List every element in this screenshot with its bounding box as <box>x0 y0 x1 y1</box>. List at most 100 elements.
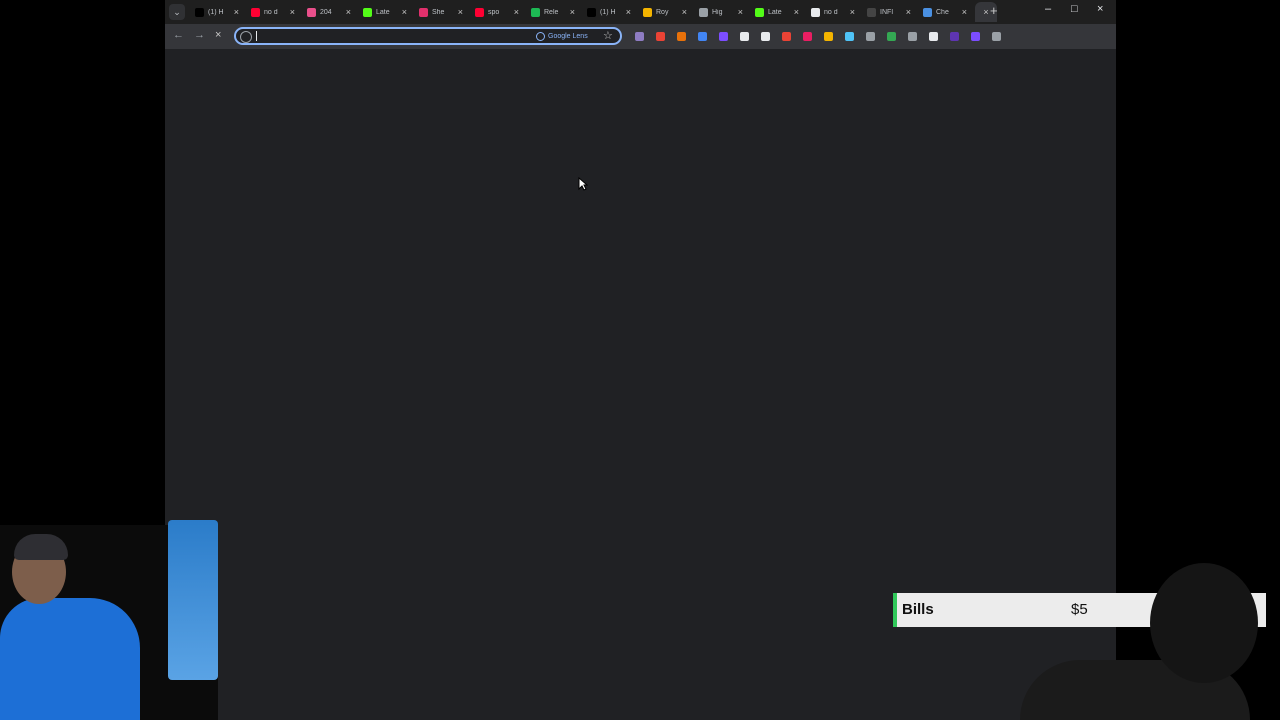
google-icon <box>811 7 820 17</box>
webcam-person-right-head <box>1150 563 1258 683</box>
gaming-chair-image <box>168 520 218 680</box>
chatgpt-icon <box>923 7 932 17</box>
google-lens-button[interactable]: Google Lens <box>532 30 592 42</box>
tab-close-icon[interactable]: × <box>290 7 295 17</box>
tab-close-icon[interactable]: × <box>962 7 967 17</box>
tab-title: 204 <box>320 8 332 16</box>
extension-icon[interactable] <box>971 32 980 41</box>
browser-tab[interactable]: INFI × <box>863 2 917 22</box>
new-tab-button[interactable]: + <box>990 3 998 18</box>
browser-tab[interactable]: no d × <box>807 2 861 22</box>
maximize-button[interactable]: □ <box>1071 3 1078 15</box>
tab-close-icon[interactable]: × <box>234 7 239 17</box>
tab-close-icon[interactable]: × <box>850 7 855 17</box>
document-icon <box>307 7 316 17</box>
tab-close-icon[interactable]: × <box>402 7 407 17</box>
tab-search-button[interactable]: ⌄ <box>169 4 185 20</box>
close-window-button[interactable]: × <box>1097 3 1103 15</box>
tab-close-icon[interactable]: × <box>346 7 351 17</box>
extension-icon[interactable] <box>908 32 917 41</box>
youtube-icon <box>475 7 484 17</box>
browser-tab[interactable]: (1) H × <box>191 2 245 22</box>
x-logo-icon <box>195 7 204 17</box>
browser-tab[interactable]: 204 × <box>303 2 357 22</box>
tab-close-icon[interactable]: × <box>514 7 519 17</box>
tab-title: Roy <box>656 8 669 16</box>
tab-title: Hig <box>712 8 723 16</box>
tab-title: Che <box>936 8 949 16</box>
browser-tab[interactable]: spo × <box>471 2 525 22</box>
tab-title: INFI <box>880 8 894 16</box>
globe-icon <box>699 7 708 17</box>
minimize-button[interactable]: – <box>1045 3 1051 15</box>
browser-tab[interactable]: Che × <box>919 2 973 22</box>
tab-close-icon[interactable]: × <box>458 7 463 17</box>
streamer-cap-image <box>14 534 68 560</box>
tab-title: Late <box>768 8 782 16</box>
tab-close-icon[interactable]: × <box>626 7 631 17</box>
extension-icon[interactable] <box>677 32 686 41</box>
site-info-icon[interactable] <box>240 31 252 43</box>
browser-tab[interactable]: no d × <box>247 2 301 22</box>
bookmark-star-icon[interactable]: ☆ <box>603 29 613 42</box>
tab-title: Rele <box>544 8 559 16</box>
extension-icon[interactable] <box>761 32 770 41</box>
browser-toolbar: ← → × Google Lens ☆ <box>165 24 1116 49</box>
tab-close-icon[interactable]: × <box>570 7 575 17</box>
tab-title: (1) H <box>208 8 224 16</box>
browser-tab[interactable]: Roy × <box>639 2 693 22</box>
triangle-icon <box>643 7 652 17</box>
extension-icon[interactable] <box>845 32 854 41</box>
address-input[interactable] <box>255 30 519 44</box>
tab-title: Late <box>376 8 390 16</box>
extension-icon[interactable] <box>719 32 728 41</box>
tab-close-icon[interactable]: × <box>794 7 799 17</box>
lens-icon <box>536 31 545 41</box>
extension-icon[interactable] <box>950 32 959 41</box>
google-lens-label: Google Lens <box>548 32 588 40</box>
ticker-label: Bills <box>902 601 934 618</box>
browser-tab[interactable]: She × <box>415 2 469 22</box>
extension-icon[interactable] <box>929 32 938 41</box>
extension-icon[interactable] <box>782 32 791 41</box>
tab-title: (1) H <box>600 8 616 16</box>
browser-tab[interactable]: Hig × <box>695 2 749 22</box>
forward-button[interactable]: → <box>194 29 205 41</box>
tab-close-icon[interactable]: × <box>738 7 743 17</box>
mouse-cursor-icon <box>578 177 588 191</box>
tab-title: She <box>432 8 445 16</box>
x-logo-icon <box>587 7 596 17</box>
extension-icon[interactable] <box>656 32 665 41</box>
back-button[interactable]: ← <box>173 29 184 41</box>
extension-icon[interactable] <box>698 32 707 41</box>
instagram-icon <box>419 7 428 17</box>
tab-close-icon[interactable]: × <box>983 7 988 17</box>
stop-loading-button[interactable]: × <box>215 29 221 41</box>
extension-icon[interactable] <box>992 32 1001 41</box>
extension-icon[interactable] <box>635 32 644 41</box>
extension-icon[interactable] <box>740 32 749 41</box>
youtube-icon <box>251 7 260 17</box>
tab-close-icon[interactable]: × <box>906 7 911 17</box>
streamer-body-image <box>0 598 140 720</box>
kick-icon <box>363 7 372 17</box>
kick-icon <box>755 7 764 17</box>
infinity-icon <box>867 7 876 17</box>
tab-title: no d <box>264 8 278 16</box>
extension-icon[interactable] <box>803 32 812 41</box>
tab-close-icon[interactable]: × <box>682 7 687 17</box>
browser-tab[interactable]: Late × <box>359 2 413 22</box>
tab-strip: ⌄ (1) H × no d × 204 × Late × She × spo × Rele × (1) H… <box>165 0 1116 24</box>
browser-tab[interactable]: Rele × <box>527 2 581 22</box>
ticker-amount: $5 <box>1071 601 1088 618</box>
text-caret <box>256 31 257 41</box>
browser-tab[interactable]: Late × <box>751 2 805 22</box>
address-bar[interactable]: Google Lens ☆ <box>234 27 622 45</box>
tab-title: spo <box>488 8 500 16</box>
extension-icon[interactable] <box>824 32 833 41</box>
tab-title: no d <box>824 8 838 16</box>
extension-icon[interactable] <box>866 32 875 41</box>
spotify-icon <box>531 7 540 17</box>
extension-icon[interactable] <box>887 32 896 41</box>
browser-tab[interactable]: (1) H × <box>583 2 637 22</box>
